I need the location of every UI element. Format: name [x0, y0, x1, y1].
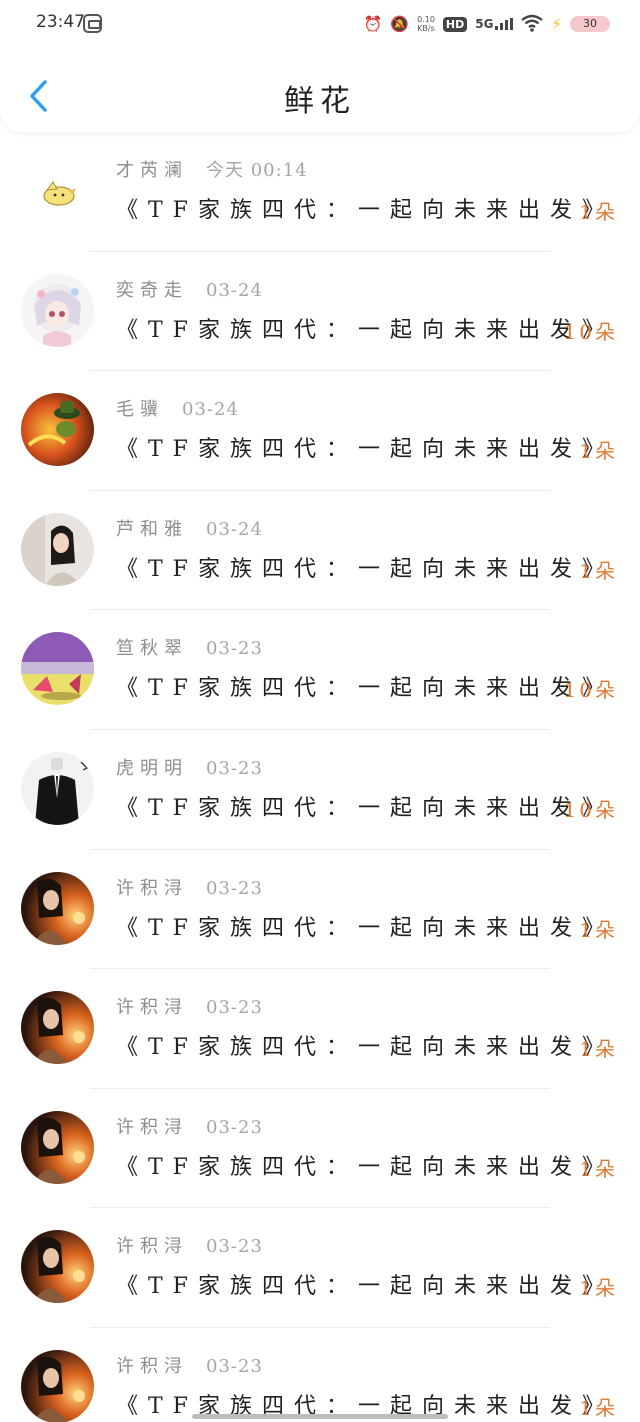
avatar[interactable] [21, 1349, 94, 1422]
name-row: 许积浔 03-23 [116, 1113, 263, 1139]
sent-time: 03-23 [206, 638, 263, 660]
flower-count: 1朵 [579, 1276, 618, 1301]
flower-count: 10朵 [563, 678, 618, 703]
sender-name: 才芮澜 [116, 160, 188, 181]
name-row: 才芮澜 今天 00:14 [116, 156, 308, 182]
gift-target-title: 《TF家族四代：一起向未来出发》 [116, 795, 614, 821]
avatar[interactable] [21, 512, 94, 586]
gift-list-item[interactable]: 许积浔 03-23 《TF家族四代：一起向未来出发》 1朵 [0, 969, 640, 1089]
gift-target-title: 《TF家族四代：一起向未来出发》 [116, 915, 614, 941]
avatar[interactable] [21, 393, 94, 467]
page-title: 鲜花 [284, 84, 356, 119]
alarm-icon: ⏰ [363, 14, 383, 33]
sent-time: 03-23 [206, 1116, 263, 1138]
name-row: 许积浔 03-23 [116, 993, 263, 1019]
gift-list-item[interactable]: 才芮澜 今天 00:14 《TF家族四代：一起向未来出发》 1朵 [0, 132, 640, 252]
gift-target-title: 《TF家族四代：一起向未来出发》 [116, 556, 614, 582]
name-row: 许积浔 03-23 [116, 874, 263, 900]
gift-target-title: 《TF家族四代：一起向未来出发》 [116, 317, 614, 343]
notification-app-icon [83, 14, 102, 33]
sent-time: 03-24 [206, 279, 263, 301]
status-bar: 23:47 ⏰ 🔕 0.10 KB/s HD 5G ⚡ 30 [0, 0, 640, 48]
sender-name: 许积浔 [116, 1236, 188, 1258]
gift-target-title: 《TF家族四代：一起向未来出发》 [116, 676, 614, 702]
sent-time: 03-24 [206, 518, 263, 540]
flower-count: 1朵 [579, 439, 618, 464]
avatar[interactable] [21, 154, 94, 227]
avatar[interactable] [21, 1230, 94, 1304]
sender-name: 许积浔 [116, 1116, 188, 1138]
sent-time: 03-23 [206, 1236, 263, 1258]
gift-list-item[interactable]: 许积浔 03-23 《TF家族四代：一起向未来出发》 1朵 [0, 1208, 640, 1328]
sender-name: 毛骥 [116, 399, 164, 421]
flower-count: 1朵 [579, 558, 618, 583]
network-speed-unit: KB/s [417, 24, 435, 33]
gift-list-item[interactable]: 许积浔 03-23 《TF家族四代：一起向未来出发》 1朵 [0, 1089, 640, 1209]
gift-list-item[interactable]: 芦和雅 03-24 《TF家族四代：一起向未来出发》 1朵 [0, 491, 640, 611]
sender-name: 许积浔 [116, 1355, 188, 1377]
gift-list-item[interactable]: 虎明明 03-23 《TF家族四代：一起向未来出发》 10朵 [0, 730, 640, 850]
sent-time: 03-23 [206, 877, 263, 899]
gift-list: 才芮澜 今天 00:14 《TF家族四代：一起向未来出发》 1朵 奕奇走 03-24 《TF… [0, 132, 640, 1422]
top-header: 23:47 ⏰ 🔕 0.10 KB/s HD 5G ⚡ 30 鲜花 [0, 0, 640, 132]
avatar[interactable] [21, 273, 94, 347]
gift-target-title: 《TF家族四代：一起向未来出发》 [116, 437, 614, 463]
name-row: 奕奇走 03-24 [116, 276, 263, 302]
sender-name: 奕奇走 [116, 279, 188, 301]
sent-time: 03-24 [182, 399, 239, 421]
sent-time: 03-23 [206, 1355, 263, 1377]
gift-list-item[interactable]: 笪秋翠 03-23 《TF家族四代：一起向未来出发》 10朵 [0, 610, 640, 730]
gift-list-item[interactable]: 奕奇走 03-24 《TF家族四代：一起向未来出发》 10朵 [0, 252, 640, 372]
avatar[interactable] [21, 751, 94, 825]
gift-list-item[interactable]: 许积浔 03-23 《TF家族四代：一起向未来出发》 1朵 [0, 1328, 640, 1422]
hd-voice-icon: HD [442, 16, 468, 32]
name-row: 芦和雅 03-24 [116, 515, 263, 541]
name-row: 虎明明 03-23 [116, 754, 263, 780]
flower-count: 1朵 [579, 1395, 618, 1420]
sender-name: 芦和雅 [116, 518, 188, 540]
flower-count: 1朵 [579, 917, 618, 942]
battery-indicator: 30 [570, 16, 610, 32]
avatar[interactable] [21, 632, 94, 706]
network-speed-value: 0.10 [417, 15, 435, 24]
gift-list-item[interactable]: 许积浔 03-23 《TF家族四代：一起向未来出发》 1朵 [0, 850, 640, 970]
avatar[interactable] [21, 991, 94, 1065]
sent-time: 今天 00:14 [206, 160, 308, 181]
gift-target-title: 《TF家族四代：一起向未来出发》 [116, 1154, 614, 1180]
wifi-icon [521, 14, 544, 35]
signal-bars-icon [495, 18, 514, 30]
name-row: 毛骥 03-24 [116, 395, 239, 421]
flower-count: 1朵 [579, 200, 618, 224]
name-row: 许积浔 03-23 [116, 1352, 263, 1378]
charging-bolt-icon: ⚡ [551, 15, 562, 33]
status-time: 23:47 [36, 12, 85, 32]
avatar[interactable] [21, 1110, 94, 1184]
gift-target-title: 《TF家族四代：一起向未来出发》 [116, 1035, 614, 1061]
sender-name: 虎明明 [116, 757, 188, 779]
gift-list-item[interactable]: 毛骥 03-24 《TF家族四代：一起向未来出发》 1朵 [0, 371, 640, 491]
name-row: 笪秋翠 03-23 [116, 634, 263, 660]
flower-count: 10朵 [563, 797, 618, 822]
name-row: 许积浔 03-23 [116, 1232, 263, 1258]
status-icons: ⏰ 🔕 0.10 KB/s HD 5G ⚡ 30 [364, 12, 610, 36]
sender-name: 许积浔 [116, 877, 188, 899]
flower-count: 1朵 [579, 1037, 618, 1062]
sent-time: 03-23 [206, 997, 263, 1019]
signal-label: 5G [475, 17, 494, 31]
avatar[interactable] [21, 871, 94, 945]
flower-count: 1朵 [579, 1156, 618, 1181]
flower-count: 10朵 [563, 319, 618, 344]
gift-target-title: 《TF家族四代：一起向未来出发》 [116, 198, 614, 223]
network-speed: 0.10 KB/s [417, 15, 435, 33]
home-indicator[interactable] [192, 1414, 448, 1419]
sender-name: 许积浔 [116, 997, 188, 1019]
sender-name: 笪秋翠 [116, 638, 188, 660]
sent-time: 03-23 [206, 757, 263, 779]
gift-target-title: 《TF家族四代：一起向未来出发》 [116, 1274, 614, 1300]
mute-bell-icon: 🔕 [390, 14, 410, 33]
signal-5g-icon: 5G [475, 17, 514, 31]
